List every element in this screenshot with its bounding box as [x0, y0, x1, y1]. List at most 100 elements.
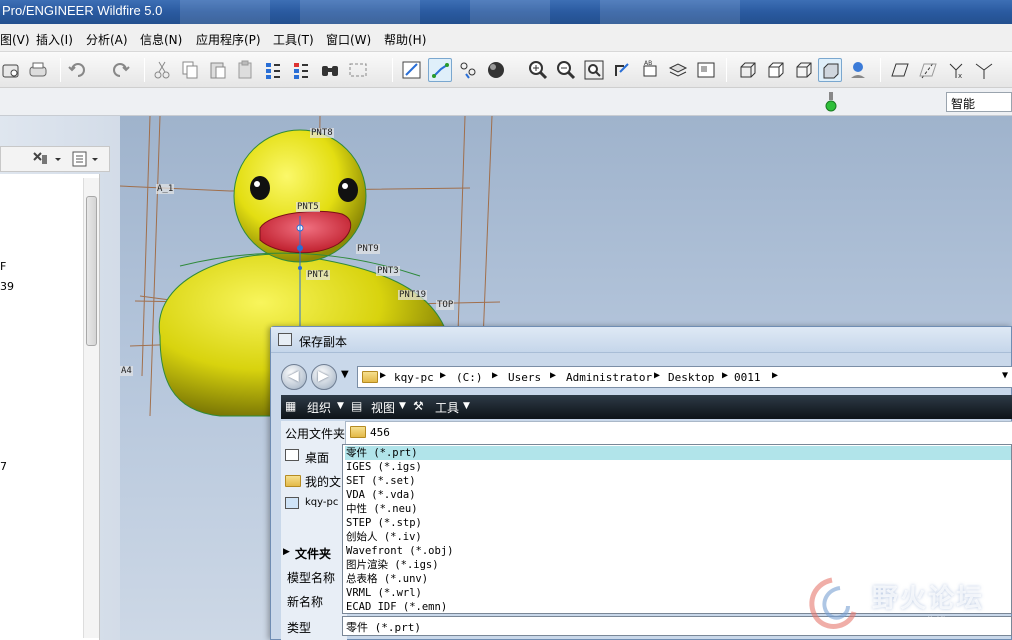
forward-arrow-icon: ▶ [318, 368, 329, 384]
tools-button[interactable]: 工具 [435, 399, 459, 416]
sketch-icon[interactable] [400, 58, 424, 82]
tree-scrollbar[interactable] [83, 178, 99, 638]
type-option[interactable]: 中性 (*.neu) [345, 502, 1011, 516]
type-option[interactable]: 创始人 (*.iv) [345, 530, 1011, 544]
views-button[interactable]: 视图 [371, 399, 395, 416]
print-icon[interactable] [26, 58, 50, 82]
nav-computer[interactable]: kqy-pc [305, 497, 338, 508]
find-icon[interactable] [318, 58, 342, 82]
menu-window[interactable]: 窗口(W) [326, 31, 371, 48]
tree-item-text[interactable]: F [0, 260, 6, 273]
folder-tree-toggle[interactable]: 文件夹 [295, 545, 331, 562]
forward-button[interactable]: ▶ [311, 364, 337, 390]
breadcrumb-item[interactable]: Desktop [668, 371, 714, 384]
secondary-toolbar: 智能 [0, 88, 1012, 116]
address-dropdown-icon[interactable]: ▼ [1002, 370, 1008, 381]
type-option[interactable]: 图片渲染 (*.igs) [345, 558, 1011, 572]
back-arrow-icon: ◀ [288, 368, 299, 384]
folder-icon [350, 426, 366, 438]
model-name-label: 模型名称 [287, 571, 336, 585]
menu-analysis[interactable]: 分析(A) [86, 31, 128, 48]
datum-label: PNT9 [356, 244, 380, 254]
tree-item-text[interactable]: 7 [0, 460, 7, 473]
dialog-title-bar: 保存副本 [271, 327, 1011, 353]
window-title-bar: Pro/ENGINEER Wildfire 5.0 [0, 0, 1012, 24]
breadcrumb-item[interactable]: Users [508, 371, 541, 384]
zoom-out-icon[interactable] [554, 58, 578, 82]
nav-my-documents[interactable]: 我的文 [305, 473, 341, 490]
regenerate-icon[interactable] [262, 58, 286, 82]
menu-tools[interactable]: 工具(T) [273, 31, 314, 48]
type-option[interactable]: VDA (*.vda) [345, 488, 1011, 502]
refit-icon[interactable] [582, 58, 606, 82]
paste-icon[interactable] [206, 58, 230, 82]
wireframe-icon[interactable] [736, 58, 760, 82]
type-option[interactable]: Wavefront (*.obj) [345, 544, 1011, 558]
address-bar[interactable]: ▶ kqy-pc ▶ (C:) ▶ Users ▶ Administrator … [357, 366, 1012, 388]
menu-view[interactable]: 图(V) [0, 31, 30, 48]
regen-manager-icon[interactable] [290, 58, 314, 82]
watermark-text: 野火论坛 [872, 584, 985, 614]
show-icon[interactable] [71, 150, 105, 171]
breadcrumb-item[interactable]: (C:) [456, 371, 483, 384]
type-option[interactable]: SET (*.set) [345, 474, 1011, 488]
datum-axis-icon[interactable] [916, 58, 940, 82]
views-icon: ▤ [351, 399, 363, 413]
type-option[interactable]: 零件 (*.prt) [345, 446, 1011, 460]
paste-special-icon[interactable] [234, 58, 258, 82]
folder-item[interactable]: 456 [370, 426, 390, 439]
datum-label: A_1 [156, 184, 175, 194]
select-box-icon[interactable] [346, 58, 370, 82]
menu-bar: 图(V) 插入(I) 分析(A) 信息(N) 应用程序(P) 工具(T) 窗口(… [0, 24, 1012, 52]
history-dropdown-icon[interactable]: ▼ [341, 369, 349, 380]
title-glare [180, 0, 270, 24]
shaded-icon[interactable] [818, 58, 842, 82]
datum-label: TOP [436, 300, 455, 310]
type-option[interactable]: IGES (*.igs) [345, 460, 1011, 474]
datum-points-icon[interactable] [456, 58, 480, 82]
redo-icon[interactable] [108, 58, 132, 82]
tree-toolbar [0, 146, 110, 172]
hidden-line-icon[interactable] [764, 58, 788, 82]
enhanced-realism-icon[interactable] [846, 58, 870, 82]
chevron-down-icon: ▼ [337, 401, 344, 411]
scrollbar-thumb[interactable] [86, 196, 97, 346]
datum-label: PNT4 [306, 270, 330, 280]
datum-point-icon[interactable]: x [944, 58, 968, 82]
layers-icon[interactable] [666, 58, 690, 82]
datum-plane-icon[interactable] [888, 58, 912, 82]
view-manager-icon[interactable] [694, 58, 718, 82]
nav-public-folder[interactable]: 公用文件夹 [285, 425, 345, 442]
type-label: 类型 [287, 621, 312, 635]
shading-icon[interactable] [484, 58, 508, 82]
no-hidden-icon[interactable] [792, 58, 816, 82]
breadcrumb-item[interactable]: Administrator [566, 371, 652, 384]
model-tree-panel: F 39 7 [0, 116, 120, 640]
dialog-toolbar: ▦ 组织 ▼ ▤ 视图 ▼ ⚒ 工具 ▼ [281, 395, 1012, 419]
saved-views-icon[interactable]: AB [638, 58, 662, 82]
watermark-url: www.proewildfire.cn [866, 614, 973, 628]
type-option[interactable]: STEP (*.stp) [345, 516, 1011, 530]
undo-icon[interactable] [66, 58, 90, 82]
menu-info[interactable]: 信息(N) [140, 31, 182, 48]
back-button[interactable]: ◀ [281, 364, 307, 390]
breadcrumb-item[interactable]: kqy-pc [394, 371, 434, 384]
copy-icon[interactable] [178, 58, 202, 82]
cut-icon[interactable] [150, 58, 174, 82]
coordinate-system-icon[interactable] [972, 58, 996, 82]
expand-icon[interactable]: ▶ [283, 547, 290, 557]
menu-help[interactable]: 帮助(H) [384, 31, 426, 48]
zoom-in-icon[interactable] [526, 58, 550, 82]
menu-applications[interactable]: 应用程序(P) [196, 31, 261, 48]
settings-icon[interactable] [31, 150, 65, 171]
menu-insert[interactable]: 插入(I) [36, 31, 73, 48]
nav-desktop[interactable]: 桌面 [305, 449, 329, 466]
window-icon [278, 333, 292, 346]
breadcrumb-item[interactable]: 0011 [734, 371, 761, 384]
reorient-icon[interactable] [610, 58, 634, 82]
datum-display-icon[interactable] [428, 58, 452, 82]
save-icon[interactable] [0, 58, 24, 82]
tree-item-text[interactable]: 39 [0, 280, 14, 293]
selection-filter[interactable]: 智能 [946, 92, 1012, 112]
organize-button[interactable]: 组织 [307, 399, 331, 416]
